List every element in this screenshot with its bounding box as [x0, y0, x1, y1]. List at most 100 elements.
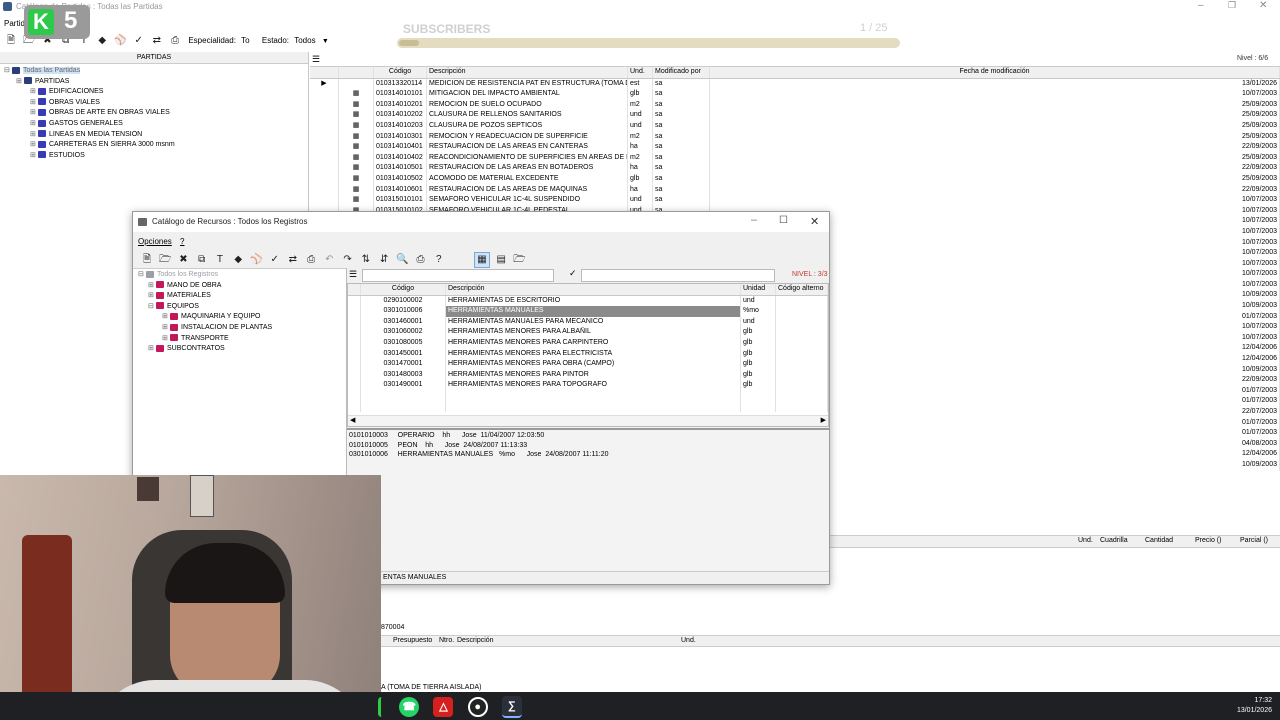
scroll-left-icon[interactable]: ◀	[350, 416, 355, 424]
collapse-icon[interactable]: ⊟	[4, 66, 12, 77]
table-row[interactable]: ▦ 010314010401 RESTAURACION DE LAS AREAS E…	[310, 142, 1280, 153]
folder-icon[interactable]: 🗁	[512, 253, 526, 267]
col-unidad[interactable]: Unidad	[740, 284, 776, 296]
expand-icon[interactable]: ⊞	[30, 87, 38, 98]
table-row[interactable]: 0301060002 HERRAMIENTAS MENORES PARA ALBA…	[348, 327, 828, 338]
col-modificado[interactable]: Modificado por	[652, 67, 710, 79]
table-row[interactable]: ▦ 010314010301 REMOCION Y READECUACION DE …	[310, 131, 1280, 143]
undo-icon[interactable]: ↶	[322, 253, 336, 267]
tree-item[interactable]: ⊞ PARTIDAS	[2, 77, 308, 88]
col-presupuesto[interactable]: Presupuesto	[393, 637, 432, 644]
tag-icon[interactable]: ◆	[95, 34, 109, 48]
horizontal-scrollbar[interactable]: ◀ ▶	[348, 415, 828, 426]
col-und[interactable]: Und.	[627, 67, 653, 79]
expand-icon[interactable]: ⊞	[162, 323, 170, 334]
replace-icon[interactable]: ⇄	[150, 34, 164, 48]
col-bottom-descripcion[interactable]: Descripción	[457, 637, 494, 644]
chevron-down-icon[interactable]: ▼	[322, 38, 329, 45]
table-row[interactable]: ▦ 010314010601 RESTAURACION DE LAS AREAS D…	[310, 184, 1280, 196]
col-apu-und[interactable]: Und.	[1078, 537, 1093, 544]
sort-desc-icon[interactable]: ⇵	[377, 253, 391, 267]
pdf-reader-icon[interactable]: △	[433, 697, 454, 717]
table-row[interactable]: 0301470001 HERRAMIENTAS MENORES PARA OBRA…	[348, 359, 828, 370]
especialidad-select[interactable]: To	[241, 36, 249, 45]
replace-icon[interactable]: ⇄	[286, 253, 300, 267]
table-row[interactable]: ▦ 010314010402 REACONDICIONAMIENTO DE SUPE…	[310, 152, 1280, 164]
new-icon[interactable]: 🗎	[4, 34, 18, 48]
preview-icon[interactable]: 🔍	[395, 253, 409, 267]
col-codigo[interactable]: Código	[360, 284, 446, 296]
dialog-minimize-button[interactable]: –	[751, 214, 757, 226]
table-row[interactable]: ▶ 010313320114 MEDICION DE RESISTENCIA PAT…	[310, 78, 1280, 90]
tree-item[interactable]: ⊞ MATERIALES	[136, 291, 346, 302]
expand-icon[interactable]: ⊞	[16, 77, 24, 88]
taskbar-clock[interactable]: 17:32 13/01/2026	[1228, 696, 1272, 716]
analytics-app-icon[interactable]: ∑	[501, 696, 522, 718]
table-row[interactable]: ▦ 010314010501 RESTAURACION DE LAS AREAS E…	[310, 163, 1280, 174]
col-codigo[interactable]: Código	[373, 67, 427, 79]
estado-select[interactable]: Todos	[294, 36, 315, 45]
whatsapp-icon[interactable]: ☎	[399, 697, 420, 717]
tree-item[interactable]: ⊞ MAQUINARIA Y EQUIPO	[136, 312, 346, 323]
grid-view-icon[interactable]: ▤	[494, 253, 508, 267]
col-bottom-und[interactable]: Und.	[681, 637, 696, 644]
col-apu-cuadrilla[interactable]: Cuadrilla	[1100, 537, 1128, 544]
col-descripcion[interactable]: Descripción	[445, 284, 741, 296]
minimize-button[interactable]: –	[1198, 0, 1204, 11]
expand-icon[interactable]: ⊞	[30, 151, 38, 162]
menu-help[interactable]: ?	[180, 237, 184, 246]
col-apu-cantidad[interactable]: Cantidad	[1145, 537, 1173, 544]
tag-icon[interactable]: ◆	[231, 253, 245, 267]
find-icon[interactable]: ⚾	[113, 34, 127, 48]
table-row[interactable]: 0301480003 HERRAMIENTAS MENORES PARA PINT…	[348, 369, 828, 381]
tree-item[interactable]: ⊞ GASTOS GENERALES	[2, 119, 308, 130]
filter-input-2[interactable]	[581, 269, 775, 282]
expand-icon[interactable]: ⊞	[148, 344, 156, 355]
tree-item[interactable]: ⊞ OBRAS DE ARTE EN OBRAS VIALES	[2, 108, 308, 119]
tree-view-icon[interactable]: ▦	[473, 252, 490, 268]
close-button[interactable]: ✕	[1259, 0, 1267, 11]
col-apu-precio[interactable]: Precio ()	[1195, 537, 1221, 544]
expand-icon[interactable]: ⊞	[30, 108, 38, 119]
tree-item[interactable]: ⊞ ESTUDIOS	[2, 151, 308, 162]
filter-icon[interactable]: ☰	[312, 54, 320, 65]
help-icon[interactable]: ?	[432, 253, 446, 267]
table-row[interactable]: ▦ 010314010101 MITIGACION DEL IMPACTO AMBI…	[310, 89, 1280, 100]
tree-item[interactable]: ⊞ TRANSPORTE	[136, 334, 346, 345]
collapse-icon[interactable]: ⊟	[138, 270, 146, 281]
col-fecha[interactable]: Fecha de modificación	[709, 67, 1280, 79]
restore-button[interactable]: ❐	[1228, 0, 1236, 11]
delete-icon[interactable]: ✖	[176, 253, 190, 267]
obs-icon[interactable]: ●	[467, 697, 488, 717]
export-icon[interactable]: ⎙	[304, 253, 318, 267]
expand-icon[interactable]: ⊞	[148, 281, 156, 292]
tree-item[interactable]: ⊞ SUBCONTRATOS	[136, 344, 346, 355]
table-row[interactable]: 0301460001 HERRAMIENTAS MANUALES PARA MEC…	[348, 316, 828, 328]
dialog-close-button[interactable]: ✕	[810, 215, 819, 228]
table-row[interactable]: 0301490001 HERRAMIENTAS MENORES PARA TOPO…	[348, 380, 828, 391]
col-apu-parcial[interactable]: Parcial ()	[1240, 537, 1268, 544]
table-row[interactable]	[348, 390, 828, 402]
expand-icon[interactable]: ⊞	[162, 334, 170, 345]
tree-item[interactable]: ⊟ EQUIPOS	[136, 302, 346, 313]
table-row[interactable]: 0290100002 HERRAMIENTAS DE ESCRITORIO und	[348, 295, 828, 307]
table-row[interactable]	[348, 401, 828, 413]
col-descripcion[interactable]: Descripción	[426, 67, 628, 79]
table-row[interactable]: ▦ 010314010502 ACOMODO DE MATERIAL EXCEDEN…	[310, 173, 1280, 185]
col-codigo-alterno[interactable]: Código alterno	[775, 284, 828, 296]
app-green-icon[interactable]	[378, 697, 385, 717]
tree-item[interactable]: ⊞ LINEAS EN MEDIA TENSION	[2, 130, 308, 141]
filter-icon[interactable]: ✓	[268, 253, 282, 267]
expand-icon[interactable]: ⊞	[30, 140, 38, 151]
find-icon[interactable]: ⚾	[249, 253, 263, 267]
dialog-maximize-button[interactable]: ☐	[779, 215, 788, 226]
menu-opciones[interactable]: Opciones	[138, 237, 172, 246]
open-icon[interactable]: 🗁	[158, 253, 172, 267]
tree-item[interactable]: ⊞ OBRAS VIALES	[2, 98, 308, 109]
print-icon[interactable]: ⎙	[414, 253, 428, 267]
table-row[interactable]: ▦ 010314010201 REMOCION DE SUELO OCUPADO m2…	[310, 99, 1280, 111]
scroll-right-icon[interactable]: ▶	[821, 416, 826, 424]
text-icon[interactable]: T	[213, 253, 227, 267]
table-row[interactable]: ▦ 010314010203 CLAUSURA DE POZOS SEPTICOS u…	[310, 120, 1280, 132]
expand-icon[interactable]: ⊞	[148, 291, 156, 302]
